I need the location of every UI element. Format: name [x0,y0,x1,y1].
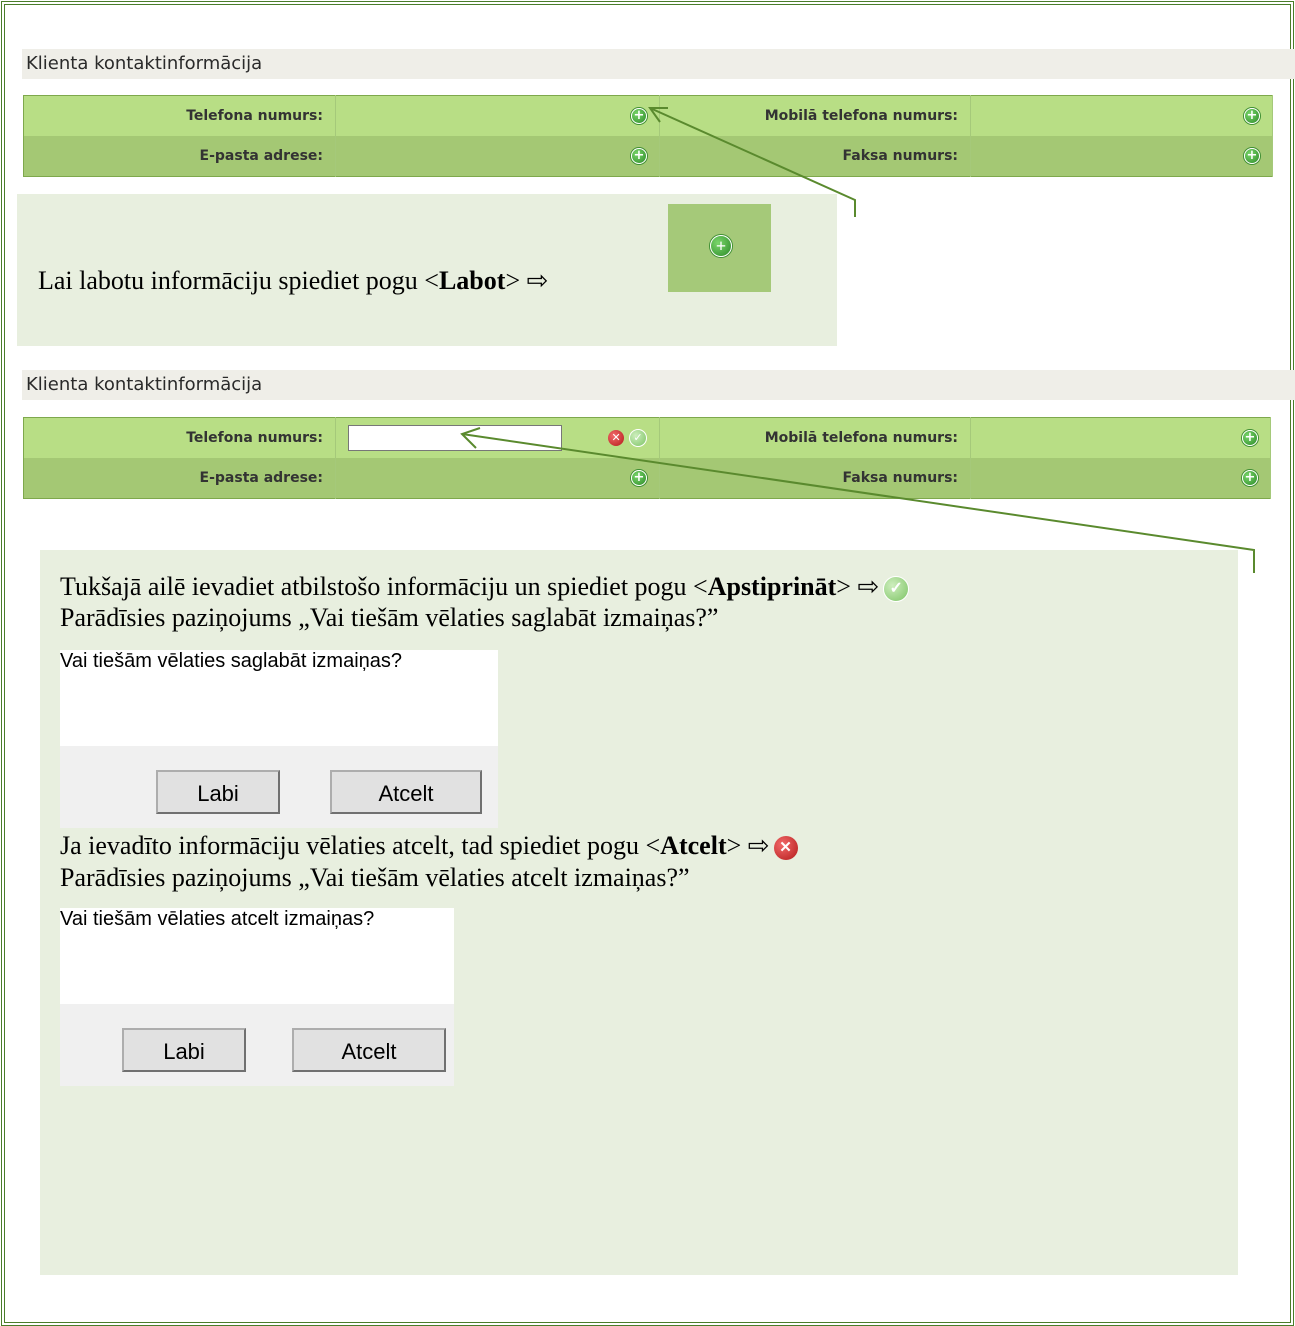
confirm-cancel-dialog: Vai tiešām vēlaties atcelt izmaiņas? Lab… [60,908,454,1086]
table-row: E-pasta adrese: + Faksa numurs: + [23,458,1271,499]
add-phone-icon[interactable]: + [631,108,647,124]
add-mobile-icon[interactable]: + [1242,430,1258,446]
phone-label: Telefona numurs: [23,95,336,136]
table-row: E-pasta adrese: + Faksa numurs: + [23,136,1273,177]
ok-button[interactable]: Labi [156,770,280,814]
add-email-icon[interactable]: + [631,148,647,164]
table-row: Telefona numurs: ✕ ✓ Mobilā telefona num… [23,417,1271,458]
cancel-button[interactable]: Atcelt [292,1028,446,1072]
cancel-message-text: Parādīsies paziņojums „Vai tiešām vēlati… [60,863,690,892]
dialog-button-bar: Labi Atcelt [60,1004,454,1086]
table-row: Telefona numurs: + Mobilā telefona numur… [23,95,1273,136]
mobile-label: Mobilā telefona numurs: [659,417,971,458]
cancel-button[interactable]: Atcelt [330,770,482,814]
email-label: E-pasta adrese: [23,136,336,177]
panel1-title: Klienta kontaktinformācija [22,49,1295,79]
phone-input[interactable] [348,425,562,451]
dialog-button-bar: Labi Atcelt [60,746,498,828]
instruction-box-confirm: Tukšajā ailē ievadiet atbilstošo informā… [40,550,1238,1275]
mobile-label: Mobilā telefona numurs: [659,95,971,136]
phone-value: + [335,95,660,136]
fax-label: Faksa numurs: [659,136,971,177]
confirm-icon[interactable]: ✓ [629,429,647,447]
dialog-message: Vai tiešām vēlaties saglabāt izmaiņas? [60,650,403,672]
phone-value-editing: ✕ ✓ [335,417,660,458]
plus-circle-icon: + [710,235,732,257]
cancel-icon[interactable]: ✕ [608,430,625,446]
add-fax-icon[interactable]: + [1244,148,1260,164]
mobile-value: + [970,95,1273,136]
x-circle-icon: ✕ [773,836,798,861]
instruction-confirm-text: Tukšajā ailē ievadiet atbilstošo informā… [60,572,910,603]
add-fax-icon[interactable]: + [1242,470,1258,486]
mobile-value: + [970,417,1271,458]
fax-label: Faksa numurs: [659,458,971,499]
phone-label: Telefona numurs: [23,417,336,458]
edit-button-sample: + [668,204,771,292]
instruction-box-edit: Lai labotu informāciju spiediet pogu <La… [17,194,837,346]
instruction-cancel-text: Ja ievadīto informāciju vēlaties atcelt,… [60,831,798,861]
email-value: + [335,136,660,177]
email-label: E-pasta adrese: [23,458,336,499]
confirm-save-dialog: Vai tiešām vēlaties saglabāt izmaiņas? L… [60,650,498,828]
ok-button[interactable]: Labi [122,1028,246,1072]
add-email-icon[interactable]: + [631,470,647,486]
add-mobile-icon[interactable]: + [1244,108,1260,124]
instruction-edit-text: Lai labotu informāciju spiediet pogu <La… [38,266,549,295]
contact-table-2: Telefona numurs: ✕ ✓ Mobilā telefona num… [23,417,1271,499]
check-circle-icon: ✓ [883,576,910,603]
fax-value: + [970,136,1273,177]
dialog-message: Vai tiešām vēlaties atcelt izmaiņas? [60,908,375,930]
fax-value: + [970,458,1271,499]
confirm-message-text: Parādīsies paziņojums „Vai tiešām vēlati… [60,603,719,632]
email-value: + [335,458,660,499]
contact-table-1: Telefona numurs: + Mobilā telefona numur… [23,95,1273,177]
panel2-title: Klienta kontaktinformācija [22,370,1295,400]
